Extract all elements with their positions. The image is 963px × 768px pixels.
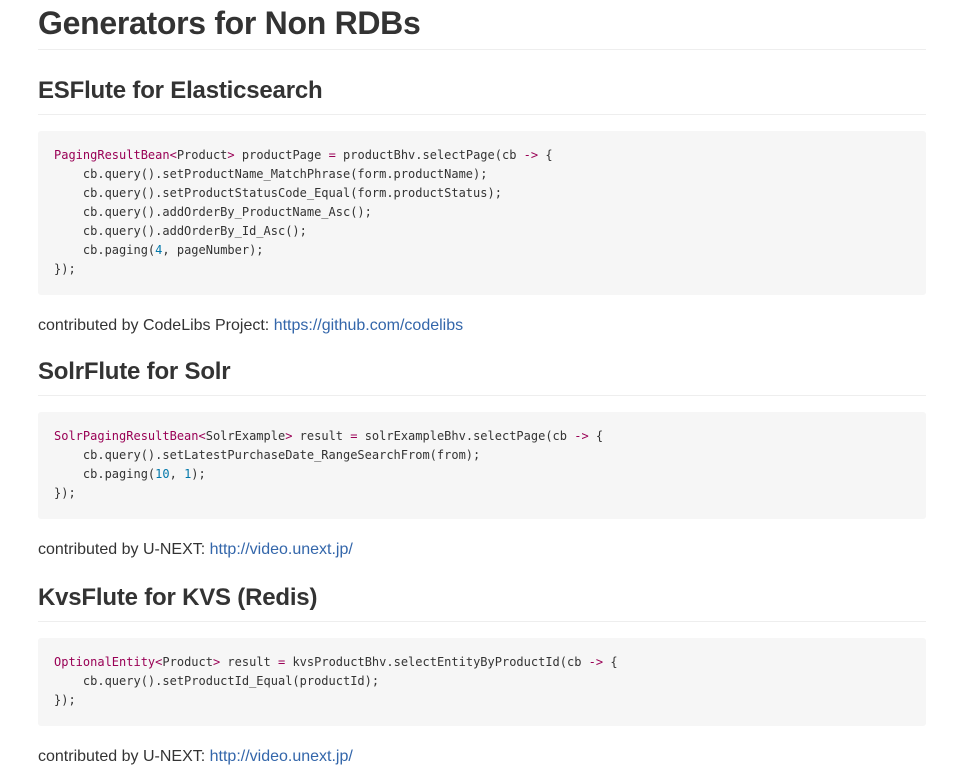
- code-token: , pageNumber);: [162, 243, 264, 257]
- code-token: kvsProductBhv.selectEntityByProductId(cb: [285, 655, 589, 669]
- code-token: cb.query().addOrderBy_ProductName_Asc();: [54, 205, 372, 219]
- code-token: SolrPagingResultBean: [54, 429, 199, 443]
- code-line: cb.query().setProductStatusCode_Equal(fo…: [54, 184, 910, 203]
- credit-text: contributed by U-NEXT:: [38, 541, 210, 558]
- code-token: cb.query().setProductId_Equal(productId)…: [54, 674, 380, 688]
- code-token: productPage: [234, 148, 329, 162]
- code-token: });: [54, 486, 76, 500]
- credit-link[interactable]: http://video.unext.jp/: [210, 748, 353, 765]
- code-token: <: [198, 429, 206, 443]
- code-token: cb.paging(: [54, 243, 156, 257]
- code-line: cb.query().addOrderBy_ProductName_Asc();: [54, 203, 910, 222]
- section-heading: SolrFlute for Solr: [38, 357, 926, 396]
- code-line: OptionalEntity<Product> result = kvsProd…: [54, 653, 910, 672]
- code-token: {: [603, 655, 618, 669]
- code-line: cb.query().setLatestPurchaseDate_RangeSe…: [54, 446, 910, 465]
- code-token: result: [220, 655, 278, 669]
- code-token: Product: [176, 148, 228, 162]
- code-line: cb.query().setProductName_MatchPhrase(fo…: [54, 165, 910, 184]
- section-esflute: ESFlute for Elasticsearch PagingResultBe…: [38, 76, 926, 337]
- code-token: SolrExample: [205, 429, 286, 443]
- code-token: =: [328, 148, 336, 162]
- code-token: cb.query().setProductStatusCode_Equal(fo…: [54, 186, 502, 200]
- code-token: PagingResultBean: [54, 148, 170, 162]
- credit-line: contributed by U-NEXT: http://video.unex…: [38, 746, 926, 768]
- code-line: });: [54, 484, 910, 503]
- code-token: OptionalEntity: [54, 655, 156, 669]
- code-token: {: [588, 429, 604, 443]
- code-line: });: [54, 260, 910, 279]
- code-line: cb.paging(4, pageNumber);: [54, 241, 910, 260]
- credit-link[interactable]: https://github.com/codelibs: [274, 317, 463, 334]
- code-token: cb.query().addOrderBy_Id_Asc();: [54, 224, 307, 238]
- code-token: solrExampleBhv.selectPage(cb: [357, 429, 575, 443]
- section-kvsflute: KvsFlute for KVS (Redis) OptionalEntity<…: [38, 583, 926, 768]
- credit-line: contributed by CodeLibs Project: https:/…: [38, 315, 926, 337]
- code-block: SolrPagingResultBean<SolrExample> result…: [38, 412, 926, 519]
- section-solrflute: SolrFlute for Solr SolrPagingResultBean<…: [38, 357, 926, 561]
- code-token: });: [54, 262, 76, 276]
- code-line: PagingResultBean<Product> productPage = …: [54, 146, 910, 165]
- section-heading: ESFlute for Elasticsearch: [38, 76, 926, 115]
- credit-link[interactable]: http://video.unext.jp/: [210, 541, 353, 558]
- code-token: ->: [588, 655, 604, 669]
- article-content: Generators for Non RDBs ESFlute for Elas…: [38, 0, 926, 768]
- code-line: cb.query().addOrderBy_Id_Asc();: [54, 222, 910, 241]
- code-token: );: [191, 467, 206, 481]
- section-heading: KvsFlute for KVS (Redis): [38, 583, 926, 622]
- code-token: });: [54, 693, 76, 707]
- code-block: OptionalEntity<Product> result = kvsProd…: [38, 638, 926, 726]
- credit-text: contributed by CodeLibs Project:: [38, 317, 274, 334]
- credit-line: contributed by U-NEXT: http://video.unex…: [38, 539, 926, 561]
- code-token: productBhv.selectPage(cb: [335, 148, 524, 162]
- page: Generators for Non RDBs ESFlute for Elas…: [0, 0, 963, 768]
- code-line: cb.paging(10, 1);: [54, 465, 910, 484]
- code-token: {: [538, 148, 553, 162]
- page-title: Generators for Non RDBs: [38, 0, 926, 50]
- code-block: PagingResultBean<Product> productPage = …: [38, 131, 926, 295]
- code-token: ->: [523, 148, 539, 162]
- code-token: cb.query().setLatestPurchaseDate_RangeSe…: [54, 448, 481, 462]
- code-token: result: [292, 429, 351, 443]
- code-token: Product: [162, 655, 213, 669]
- code-token: 10: [155, 467, 170, 481]
- code-token: >: [227, 148, 235, 162]
- credit-text: contributed by U-NEXT:: [38, 748, 210, 765]
- code-token: ->: [574, 429, 589, 443]
- code-token: <: [169, 148, 177, 162]
- code-line: cb.query().setProductId_Equal(productId)…: [54, 672, 910, 691]
- code-line: SolrPagingResultBean<SolrExample> result…: [54, 427, 910, 446]
- code-line: });: [54, 691, 910, 710]
- code-token: cb.paging(: [54, 467, 156, 481]
- code-token: cb.query().setProductName_MatchPhrase(fo…: [54, 167, 488, 181]
- code-token: ,: [169, 467, 185, 481]
